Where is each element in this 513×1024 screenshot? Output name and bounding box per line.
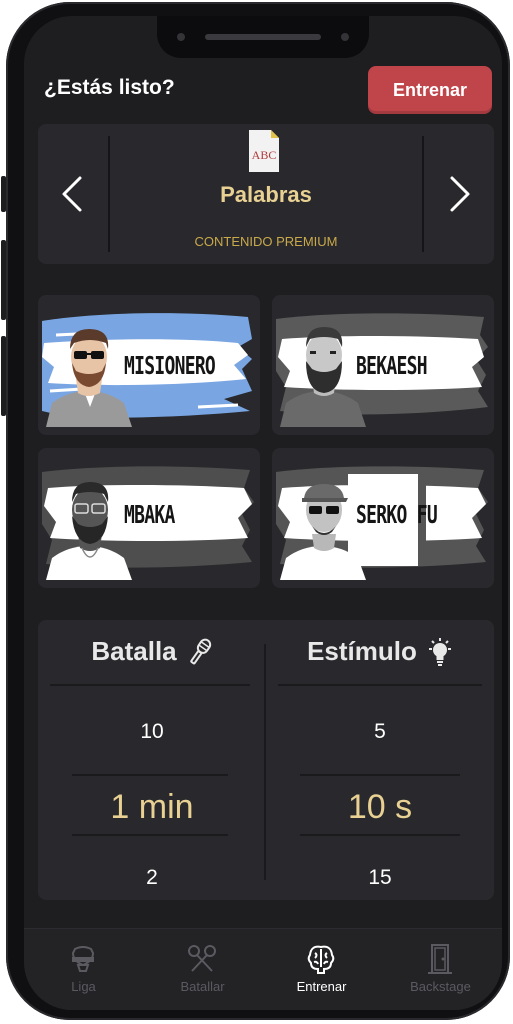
stimulus-option-above[interactable]: 5 (266, 720, 494, 744)
notch (157, 16, 369, 58)
lightbulb-icon (428, 637, 451, 666)
divider (50, 684, 250, 686)
svg-text:ABC: ABC (252, 148, 277, 162)
phone-frame: ¿Estás listo? Entrenar ABC Palabras CONT… (1, 2, 510, 1020)
battle-option-above[interactable]: 10 (38, 720, 266, 744)
mode-selector-card: ABC Palabras CONTENIDO PREMIUM (38, 124, 494, 264)
rapper-card-serko-fu[interactable]: SERKO FU (272, 448, 494, 588)
rapper-name: BEKAESH (356, 351, 428, 380)
divider (72, 774, 228, 776)
brain-icon (307, 945, 335, 974)
battle-selected-value[interactable]: 1 min (38, 788, 266, 827)
tab-label: Backstage (410, 979, 471, 994)
volume-up-button (1, 240, 6, 320)
rapper-card-mbaka[interactable]: MBAKA (38, 448, 260, 588)
stimulus-selected-value[interactable]: 10 s (266, 788, 494, 827)
rapper-name: MISIONERO (124, 351, 216, 380)
stimulus-column: Estímulo 5 10 s 15 (266, 620, 494, 900)
divider (300, 834, 460, 836)
divider (300, 774, 460, 776)
crossed-microphones-icon (188, 945, 216, 972)
mode-name: Palabras (220, 182, 312, 207)
mute-switch (1, 176, 6, 212)
rapper-name: SERKO FU (356, 500, 438, 529)
tab-label: Batallar (180, 979, 225, 994)
app-screen: ¿Estás listo? Entrenar ABC Palabras CONT… (24, 16, 502, 1010)
battle-option-below[interactable]: 2 (38, 866, 266, 890)
volume-down-button (1, 336, 6, 416)
tab-label: Liga (71, 979, 96, 994)
trophy-icon (71, 946, 95, 972)
microphone-icon (189, 638, 211, 664)
bottom-tab-bar: Liga Batallar Entrenar Backstage (24, 928, 502, 1010)
door-icon (428, 944, 452, 974)
battle-column: Batalla 10 1 min 2 (38, 620, 266, 900)
battle-title: Batalla (38, 636, 266, 667)
train-button[interactable]: Entrenar (368, 66, 492, 114)
tab-liga[interactable]: Liga (24, 929, 143, 1010)
camera-icon (177, 33, 185, 41)
premium-label: CONTENIDO PREMIUM (194, 234, 338, 249)
divider (278, 684, 482, 686)
rapper-card-misionero[interactable]: MISIONERO (38, 295, 260, 435)
stimulus-option-below[interactable]: 15 (266, 866, 494, 890)
tab-entrenar[interactable]: Entrenar (262, 929, 381, 1010)
battle-title-label: Batalla (91, 636, 177, 666)
tab-label: Entrenar (296, 979, 347, 994)
timing-settings-card: Batalla 10 1 min 2 Estímulo 5 10 s 15 (38, 620, 494, 900)
tab-batallar[interactable]: Batallar (143, 929, 262, 1010)
rapper-card-bekaesh[interactable]: BEKAESH (272, 295, 494, 435)
rapper-name: MBAKA (124, 500, 175, 529)
abc-document-icon: ABC (247, 128, 281, 174)
sensor-icon (341, 33, 349, 41)
speaker-grille (205, 34, 321, 40)
divider (72, 834, 228, 836)
tab-backstage[interactable]: Backstage (381, 929, 500, 1010)
stimulus-title-label: Estímulo (307, 636, 417, 666)
stimulus-title: Estímulo (266, 636, 494, 667)
page-title: ¿Estás listo? (44, 76, 175, 99)
